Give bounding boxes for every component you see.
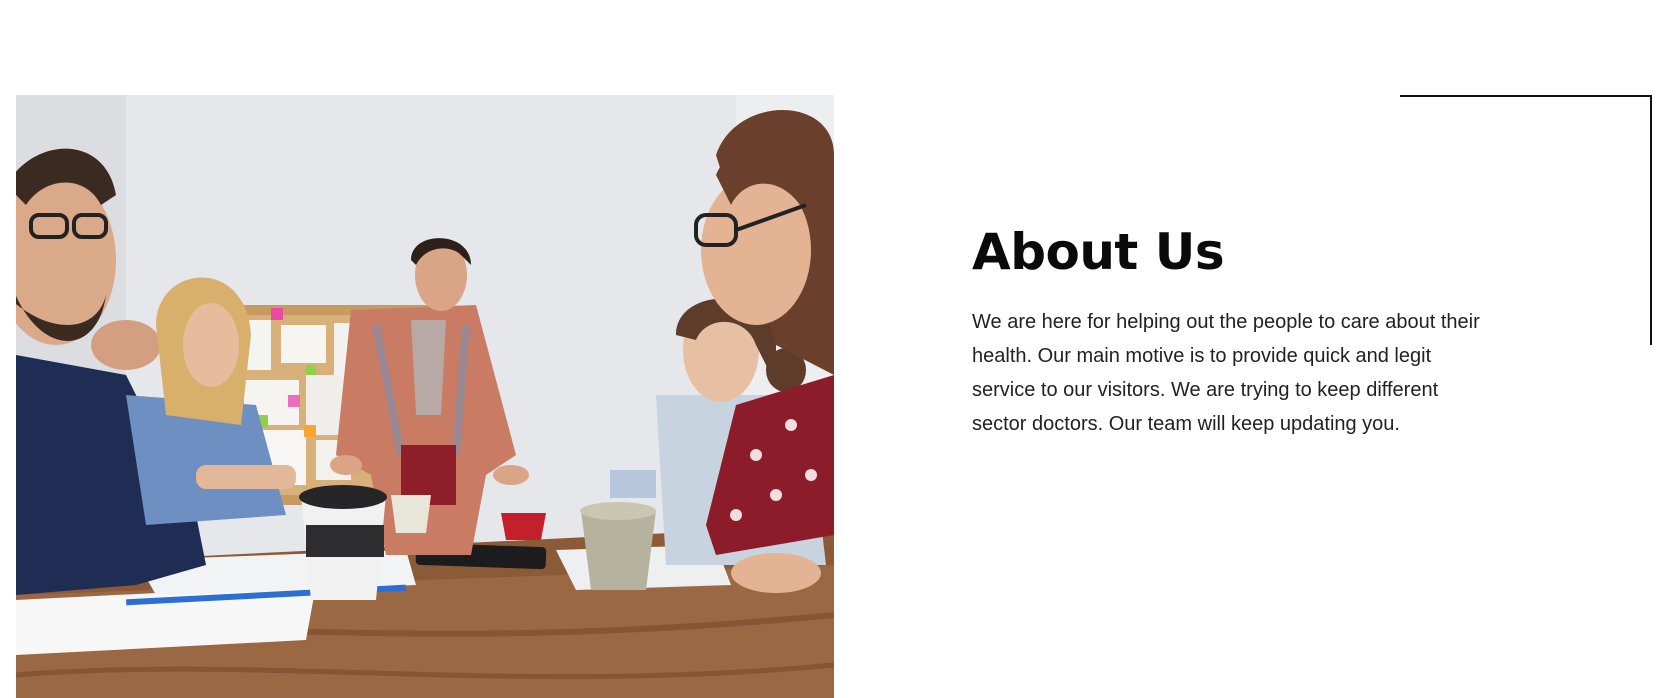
about-title: About Us [972,223,1225,281]
team-meeting-photo [16,95,834,698]
about-description: We are here for helping out the people t… [972,310,1480,435]
about-section: About Us We are here for helping out the… [972,226,1492,441]
